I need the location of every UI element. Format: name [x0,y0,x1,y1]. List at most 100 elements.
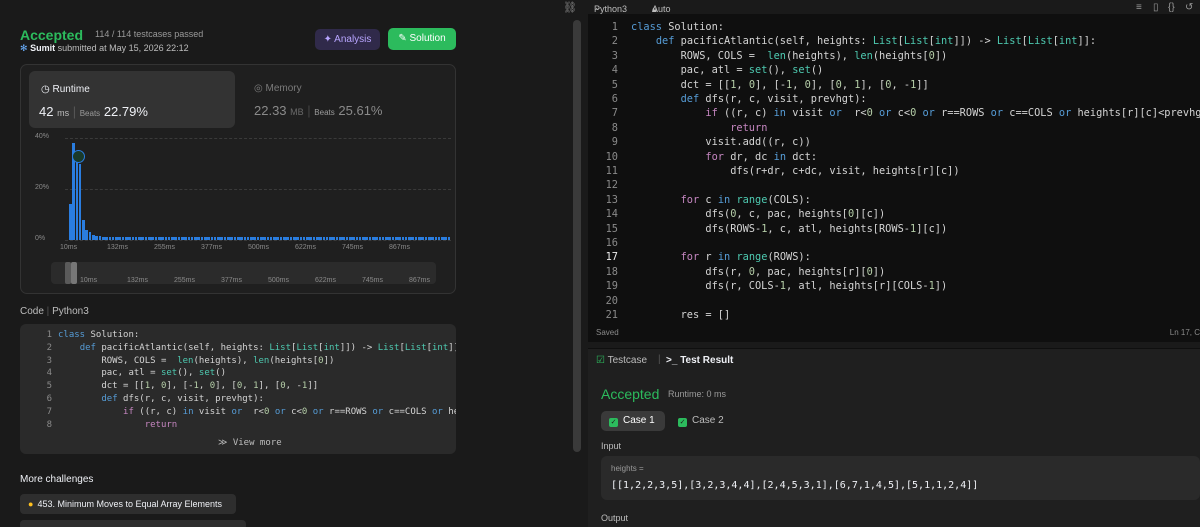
runtime-bar[interactable] [154,236,158,240]
editor-line[interactable]: 15 dfs(ROWS-1, c, atl, heights[ROWS-1][c… [588,223,948,237]
runtime-bar[interactable] [388,236,392,240]
runtime-bar[interactable] [385,236,388,240]
runtime-bar[interactable] [332,236,336,240]
runtime-bar[interactable] [365,236,368,240]
editor-line[interactable]: 17 for r in range(ROWS): [588,251,811,265]
runtime-bar[interactable] [296,236,299,240]
runtime-bar[interactable] [368,236,372,240]
runtime-bar[interactable] [276,236,280,240]
runtime-bar[interactable] [190,236,194,240]
runtime-bar[interactable] [223,236,227,240]
runtime-bar[interactable] [269,236,273,240]
runtime-bar[interactable] [299,236,303,240]
avatar[interactable]: ✻ [20,43,28,53]
runtime-bar[interactable] [362,236,365,240]
runtime-bar[interactable] [115,236,118,240]
case-1-tab[interactable]: ✓ Case 1 [601,411,665,431]
runtime-bar[interactable] [85,229,89,240]
braces-icon[interactable]: {} [1168,2,1175,13]
runtime-card[interactable]: ◷ Runtime 42 ms | Beats 22.79% [29,71,235,128]
runtime-bar[interactable] [381,236,385,240]
runtime-bar[interactable] [101,236,105,240]
runtime-bar[interactable] [424,236,428,240]
runtime-bar[interactable] [315,236,319,240]
runtime-bar[interactable] [227,236,230,240]
runtime-bar[interactable] [322,236,326,240]
runtime-bar[interactable] [187,236,191,240]
runtime-bar[interactable] [75,153,79,240]
runtime-bar[interactable] [325,236,329,240]
runtime-bar[interactable] [404,236,408,240]
runtime-bar[interactable] [289,236,293,240]
runtime-bar[interactable] [266,236,270,240]
runtime-bar[interactable] [194,236,197,240]
runtime-bar[interactable] [434,236,438,240]
runtime-bar[interactable] [240,236,243,240]
runtime-bar[interactable] [157,236,161,240]
runtime-bar[interactable] [131,236,135,240]
runtime-bar[interactable] [444,236,447,240]
runtime-bar[interactable] [167,236,171,240]
runtime-bar[interactable] [431,236,434,240]
runtime-bar[interactable] [111,236,115,240]
code-editor[interactable]: 1 class Solution: 2 def pacificAtlantic(se… [588,15,1200,325]
runtime-bar[interactable] [306,236,309,240]
runtime-bar[interactable] [217,236,220,240]
runtime-bar[interactable] [260,236,263,240]
runtime-bar[interactable] [335,236,339,240]
range-slider[interactable]: 10ms 132ms 255ms 377ms 500ms 622ms 745ms 867ms [51,262,436,284]
runtime-bar[interactable] [243,236,247,240]
format-icon[interactable]: ≡ [1136,2,1142,13]
runtime-bar[interactable] [233,236,237,240]
memory-title[interactable]: ◎ Memory [254,83,302,94]
runtime-bar[interactable] [118,236,121,240]
challenge-item-partial[interactable] [20,520,246,527]
runtime-bar[interactable] [414,236,418,240]
runtime-bar[interactable] [151,236,154,240]
editor-line[interactable]: 3 ROWS, COLS = len(heights), len(heights… [588,50,947,64]
runtime-bar[interactable] [246,236,250,240]
panel-splitter[interactable] [588,342,1200,348]
runtime-bar[interactable] [177,236,181,240]
runtime-bar[interactable] [437,236,441,240]
runtime-bar[interactable] [210,236,214,240]
runtime-bar[interactable] [256,236,260,240]
runtime-bar[interactable] [352,236,355,240]
runtime-bar[interactable] [427,236,431,240]
runtime-bar[interactable] [319,236,322,240]
runtime-bar[interactable] [309,236,312,240]
runtime-bar[interactable] [348,236,352,240]
runtime-bar[interactable] [69,204,72,240]
runtime-bar[interactable] [207,236,210,240]
input-value[interactable]: [[1,2,2,3,5],[3,2,3,4,4],[2,4,5,3,1],[6,… [611,480,978,491]
runtime-bar[interactable] [184,236,187,240]
runtime-bar[interactable] [92,234,95,240]
editor-line[interactable]: 2 def pacificAtlantic(self, heights: Lis… [588,35,1096,49]
view-more-button[interactable]: ≫ View more [218,438,282,448]
editor-line[interactable]: 7 if ((r, c) in visit or r<0 or c<0 or r… [588,107,1200,121]
runtime-bar[interactable] [358,236,362,240]
runtime-bar[interactable] [302,236,306,240]
runtime-bar[interactable] [174,236,177,240]
runtime-bar[interactable] [134,236,138,240]
runtime-bar[interactable] [164,236,168,240]
runtime-bar[interactable] [391,236,395,240]
language-select[interactable]: Python3 ⌄ [594,2,627,14]
scrollbar[interactable] [573,20,581,452]
runtime-bar[interactable] [329,236,332,240]
runtime-bar[interactable] [121,236,125,240]
runtime-bar[interactable] [204,236,207,240]
runtime-bar[interactable] [371,236,375,240]
runtime-bar[interactable] [161,236,164,240]
runtime-bar[interactable] [213,236,217,240]
runtime-bar[interactable] [200,236,204,240]
runtime-bar[interactable] [105,236,108,240]
editor-line[interactable]: 18 dfs(r, 0, pac, heights[r][0]) [588,266,886,280]
runtime-bar[interactable] [378,236,382,240]
tab-test-result[interactable]: >_ Test Result [666,355,733,366]
runtime-bar[interactable] [286,236,289,240]
runtime-bar[interactable] [408,236,411,240]
runtime-bar[interactable] [197,236,201,240]
editor-line[interactable]: 12 [588,179,631,193]
runtime-bar[interactable] [171,236,174,240]
